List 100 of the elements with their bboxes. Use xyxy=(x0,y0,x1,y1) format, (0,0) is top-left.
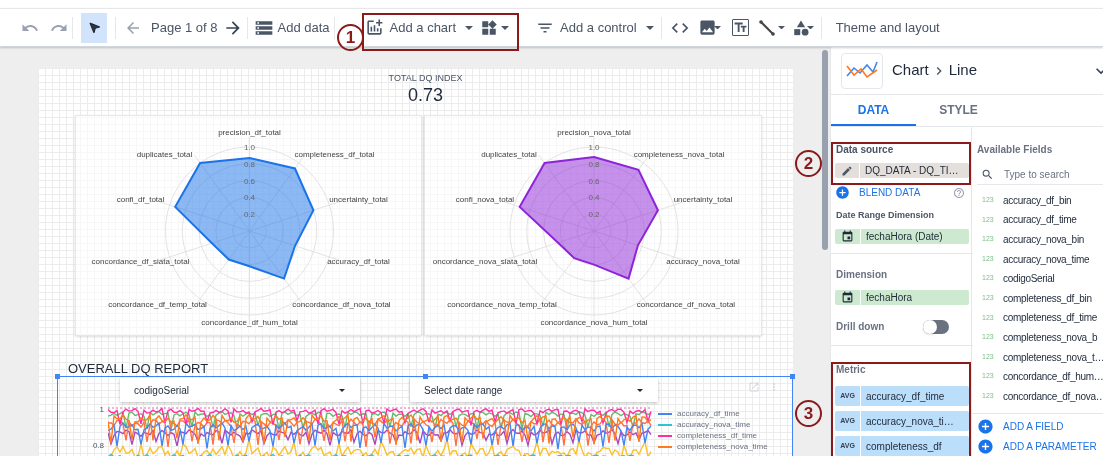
axis-label: concordance_df_hum_total xyxy=(201,318,298,327)
section-label: Dimension xyxy=(836,267,889,282)
text-box-icon[interactable] xyxy=(731,19,749,36)
caret-icon xyxy=(713,25,721,30)
axis-label: concordance_df_siata_total xyxy=(91,257,190,266)
calendar-icon xyxy=(841,290,854,304)
axis-label: accuracy_df_total xyxy=(327,257,390,266)
tick-label: 0.8 xyxy=(588,159,600,169)
plus-icon xyxy=(835,185,850,201)
dropdown-filter[interactable]: Select date range xyxy=(410,378,658,402)
dimension-chip[interactable]: fechaHora xyxy=(835,289,969,305)
pencil-icon xyxy=(841,164,853,177)
tick-label: 0.4 xyxy=(243,193,256,203)
add-control-button[interactable]: Add a control xyxy=(536,17,657,38)
section-label: Available Fields xyxy=(977,143,1054,157)
page-indicator: Page 1 of 8 xyxy=(151,18,218,37)
image-icon xyxy=(697,18,717,37)
axis-label: concordance_nova_temp_total xyxy=(447,300,557,309)
section-label: Data source xyxy=(836,143,895,157)
image-tool[interactable] xyxy=(697,18,724,37)
legend-label: completeness_nova_time xyxy=(677,443,768,451)
chart-type-label: Chart xyxy=(892,60,929,81)
axis-label: accuracy_nova_total xyxy=(666,257,740,266)
search-field[interactable]: Type to search xyxy=(1004,167,1103,182)
select-tool[interactable] xyxy=(81,12,107,43)
caret-icon xyxy=(645,25,654,30)
tick-label: 0.2 xyxy=(243,210,256,220)
tick-label: 1.0 xyxy=(588,143,600,152)
help-icon[interactable] xyxy=(953,186,965,199)
line-icon xyxy=(758,19,775,36)
step-number: 2 xyxy=(795,150,822,177)
cursor-icon xyxy=(87,21,101,34)
blend-data-button[interactable]: BLEND DATA xyxy=(835,185,921,201)
data-source-field[interactable]: DQ_DATA - DQ_TI… xyxy=(835,163,969,179)
theme-and-layout-button[interactable]: Theme and layout xyxy=(835,17,940,38)
legend-label: accuracy_nova_time xyxy=(677,421,751,429)
axis-label: oncordance_nova_siata_total xyxy=(432,257,538,266)
add-data-button[interactable]: Add data xyxy=(253,17,330,38)
axis-label: concordance_nova_hum_total xyxy=(540,318,648,327)
add-field-button[interactable]: ADD A FIELD xyxy=(977,417,1103,435)
axis-label: confi_df_total xyxy=(116,195,165,204)
axis-label: completeness_nova_total xyxy=(633,150,725,159)
chart-subtype-label[interactable]: Line xyxy=(948,59,978,82)
scrollbar-thumb[interactable] xyxy=(822,50,828,250)
resize-handle[interactable] xyxy=(423,374,428,379)
resize-handle[interactable] xyxy=(790,374,795,379)
add-chart-button[interactable]: Add a chart xyxy=(364,17,477,38)
scorecard-value: 0.73 xyxy=(407,84,443,106)
axis-label: duplicates_total xyxy=(136,150,193,159)
legend-label: accuracy_df_time xyxy=(677,410,740,418)
axis-label: uncertainty_total xyxy=(329,195,388,204)
tick-label: 0.8 xyxy=(243,159,256,169)
section-label: Date Range Dimension xyxy=(836,209,936,223)
search-icon xyxy=(981,168,994,181)
shapes-icon xyxy=(791,18,810,37)
calendar-icon xyxy=(841,229,854,243)
axis-label: precision_nova_total xyxy=(557,128,631,137)
add-parameter-button[interactable]: ADD A PARAMETER xyxy=(977,437,1103,455)
tick-label: 0.6 xyxy=(243,176,256,186)
axis-label: precision_df_total xyxy=(218,128,281,137)
caret-icon xyxy=(501,25,510,30)
date-range-chip[interactable]: fechaHora (Date) xyxy=(835,228,969,244)
chart-plus-icon xyxy=(364,18,384,37)
caret-icon xyxy=(339,388,345,392)
axis-label: uncertainty_total xyxy=(673,195,733,204)
axis-label: completeness_df_total xyxy=(294,150,375,159)
caret-icon xyxy=(777,25,785,30)
step-number: 3 xyxy=(795,400,822,427)
drill-down-label: Drill down xyxy=(836,320,885,334)
line-chart-icon xyxy=(841,52,883,89)
caret-icon xyxy=(465,25,474,30)
shape-tool[interactable] xyxy=(791,18,817,37)
dropdown-filter[interactable]: codigoSerial xyxy=(120,378,360,402)
caret-icon xyxy=(637,388,643,392)
tick-label: 0.2 xyxy=(588,210,600,220)
y-tick-label: 0.8 xyxy=(92,442,104,450)
plus-icon xyxy=(977,417,994,435)
panel-tab[interactable]: DATA xyxy=(831,95,916,126)
tick-label: 0.6 xyxy=(588,176,600,186)
section-label: Metric xyxy=(836,363,867,377)
tick-label: 1.0 xyxy=(243,143,256,152)
resize-handle[interactable] xyxy=(55,374,60,379)
axis-label: confi_nova_total xyxy=(455,195,515,204)
axis-label: duplicates_total xyxy=(481,150,537,159)
axis-label: concordance_df_nova_total xyxy=(636,300,736,309)
axis-label: concordance_df_temp_total xyxy=(108,300,207,309)
step-number: 1 xyxy=(337,24,364,51)
scorecard-title: TOTAL DQ INDEX xyxy=(388,73,463,84)
section-title: OVERALL DQ REPORT xyxy=(68,362,210,376)
drill-down-toggle[interactable] xyxy=(923,319,949,334)
line-tool[interactable] xyxy=(758,19,788,36)
tick-label: 0.4 xyxy=(588,193,600,203)
selected-chart-frame[interactable]: codigoSerial Select date range 1 0.8 accuracy_df_time accuracy_nova_time completeness_df_time completeness_nova_time xyxy=(57,376,793,456)
legend-label: completeness_df_time xyxy=(677,432,758,440)
caret-icon xyxy=(806,25,814,30)
axis-label: concordance_df_nova_total xyxy=(292,300,391,309)
y-tick-label: 1 xyxy=(99,406,104,414)
panel-tab[interactable]: STYLE xyxy=(916,95,1001,126)
plus-icon xyxy=(977,437,994,455)
shapes-plus-icon xyxy=(480,18,499,37)
